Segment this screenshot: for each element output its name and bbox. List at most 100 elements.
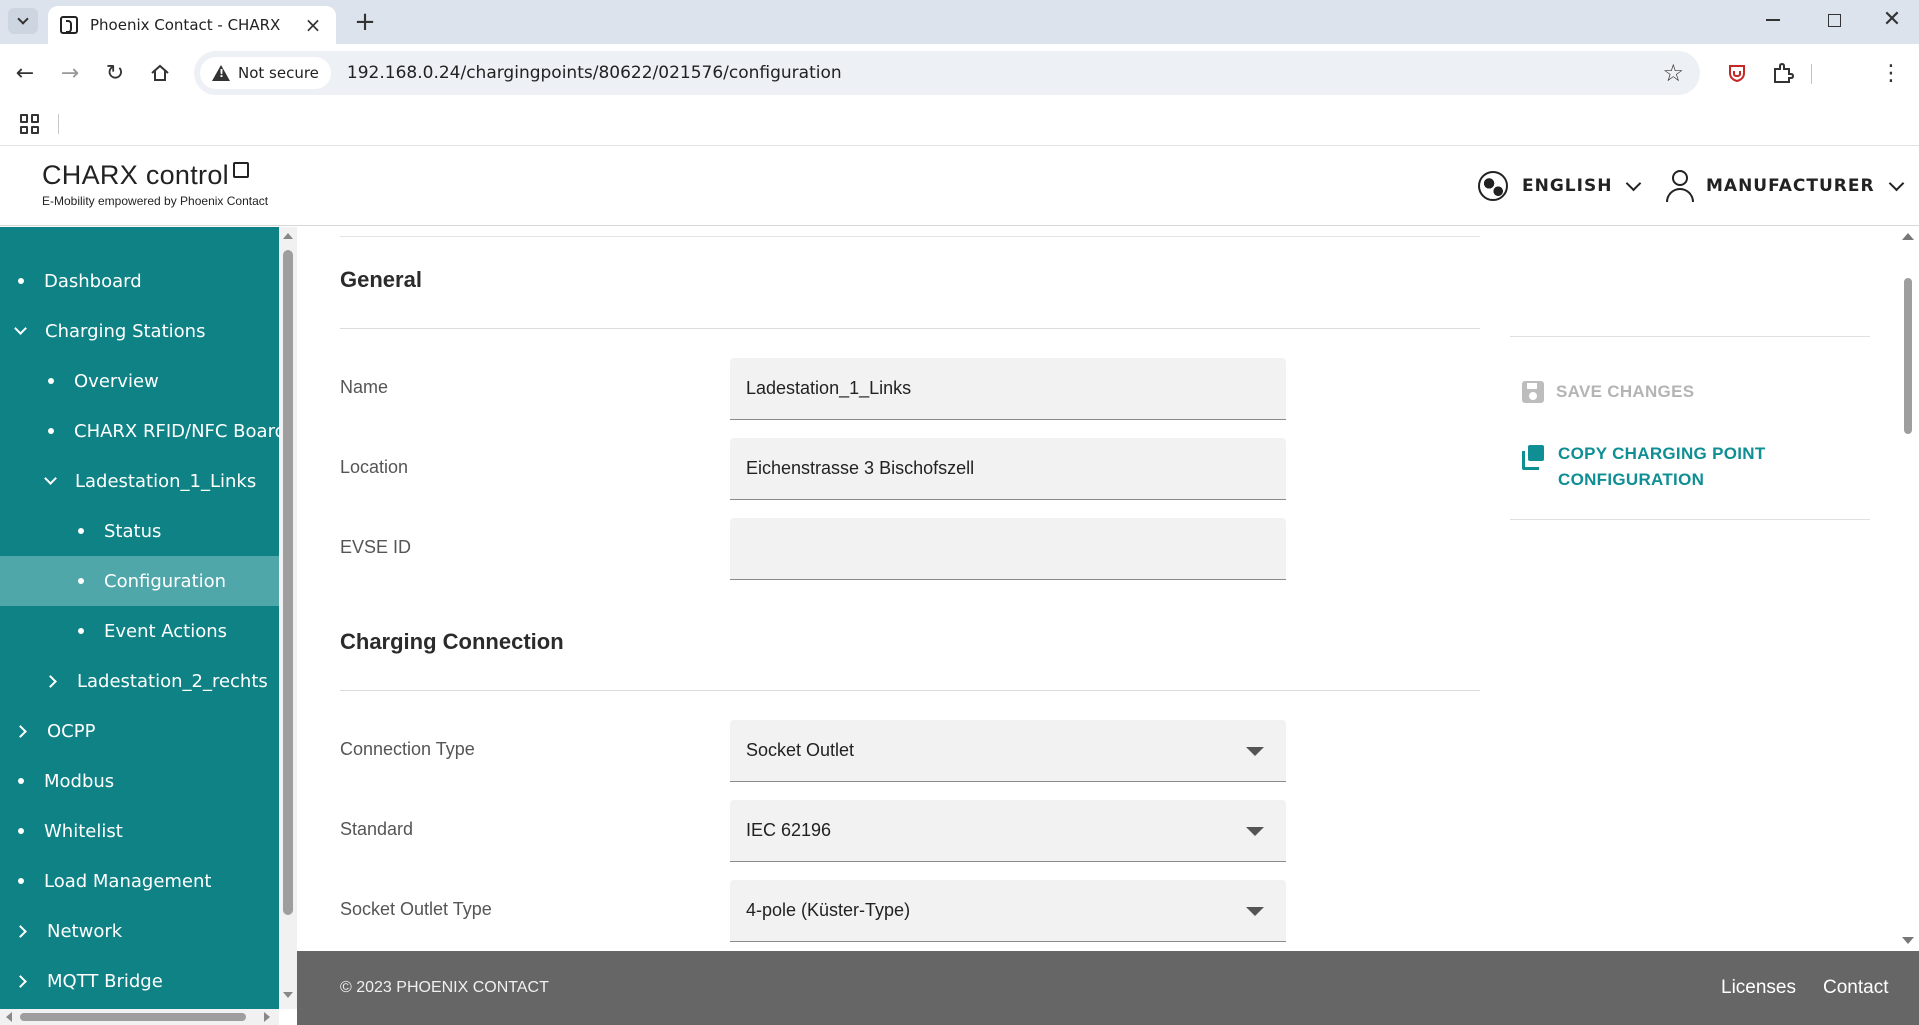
sidebar-item-charging-stations[interactable]: Charging Stations xyxy=(0,306,279,356)
sidebar-item-label: Modbus xyxy=(44,770,115,792)
home-icon xyxy=(151,64,169,81)
scroll-up-arrow-icon[interactable] xyxy=(283,233,293,239)
globe-icon xyxy=(1478,171,1508,201)
licenses-link[interactable]: Licenses xyxy=(1721,977,1796,999)
sidebar-item-label: Ladestation_2_rechts xyxy=(77,670,268,692)
sidebar-item-label: Configuration xyxy=(104,570,227,592)
sidebar-item-configuration[interactable]: Configuration xyxy=(0,556,279,606)
browser-tab-active[interactable]: Phoenix Contact - CHARX × xyxy=(48,6,336,44)
scroll-down-arrow-icon[interactable] xyxy=(1902,937,1914,944)
sidebar-item-ladestation-2[interactable]: Ladestation_2_rechts xyxy=(0,656,279,706)
sidebar-item-ocpp[interactable]: OCPP xyxy=(0,706,279,756)
tab-search-button[interactable] xyxy=(8,8,38,34)
sidebar-item-label: CHARX RFID/NFC Board xyxy=(74,420,279,442)
reload-button[interactable]: ↻ xyxy=(100,58,130,88)
evse-id-input[interactable] xyxy=(730,518,1286,580)
browser-tab-strip: Phoenix Contact - CHARX × + ✕ xyxy=(0,0,1919,44)
sidebar-item-ladestation-1[interactable]: Ladestation_1_Links xyxy=(0,456,279,506)
sidebar-hscrollbar-thumb[interactable] xyxy=(20,1013,246,1021)
sidebar-item-modbus[interactable]: Modbus xyxy=(0,756,279,806)
bullet-icon xyxy=(78,578,84,584)
sidebar-item-label: Load Management xyxy=(44,870,212,892)
extensions-button[interactable] xyxy=(1768,58,1798,88)
shield-extension-button[interactable] xyxy=(1722,58,1752,88)
sidebar-scrollbar-thumb[interactable] xyxy=(283,250,293,915)
sidebar-item-load-management[interactable]: Load Management xyxy=(0,856,279,906)
bullet-icon xyxy=(48,378,54,384)
sidebar-item-label: Overview xyxy=(74,370,159,392)
shield-icon xyxy=(1729,65,1745,83)
chevron-down-icon xyxy=(1626,175,1642,191)
sidebar-item-whitelist[interactable]: Whitelist xyxy=(0,806,279,856)
tab-title: Phoenix Contact - CHARX xyxy=(90,16,281,34)
socket-outlet-type-value: 4-pole (Küster-Type) xyxy=(746,900,911,920)
home-button[interactable] xyxy=(145,58,175,88)
security-label: Not secure xyxy=(238,64,319,82)
main-scrollbar-thumb[interactable] xyxy=(1904,278,1912,434)
copyright-text: © 2023 PHOENIX CONTACT xyxy=(340,979,549,996)
name-label: Name xyxy=(340,377,389,397)
window-minimize-button[interactable] xyxy=(1745,0,1801,40)
arrow-right-icon: → xyxy=(60,60,80,86)
window-close-button[interactable]: ✕ xyxy=(1864,0,1919,40)
divider xyxy=(340,690,1480,691)
connection-type-select[interactable]: Socket Outlet xyxy=(730,720,1286,782)
section-title-charging-connection: Charging Connection xyxy=(340,629,564,654)
logo-title: CHARX control xyxy=(42,160,268,191)
scroll-left-arrow-icon[interactable] xyxy=(6,1012,12,1022)
scroll-up-arrow-icon[interactable] xyxy=(1902,233,1914,240)
close-icon[interactable]: × xyxy=(302,13,324,37)
sidebar-item-label: OCPP xyxy=(47,720,96,742)
sidebar-item-event-actions[interactable]: Event Actions xyxy=(0,606,279,656)
security-chip[interactable]: Not secure xyxy=(200,57,331,89)
standard-select[interactable]: IEC 62196 xyxy=(730,800,1286,862)
puzzle-icon xyxy=(1774,62,1794,83)
sidebar-item-overview[interactable]: Overview xyxy=(0,356,279,406)
arrow-left-icon: ← xyxy=(15,60,35,86)
copy-charging-point-config-button[interactable]: COPY CHARGING POINT CONFIGURATION xyxy=(1522,441,1822,493)
url-text[interactable]: 192.168.0.24/chargingpoints/80622/021576… xyxy=(347,63,842,83)
name-input[interactable]: Ladestation_1_Links xyxy=(730,358,1286,420)
window-restore-button[interactable] xyxy=(1806,0,1862,40)
sidebar-item-dashboard[interactable]: Dashboard xyxy=(0,256,279,306)
copy-config-label: COPY CHARGING POINT CONFIGURATION xyxy=(1558,441,1766,493)
save-changes-button[interactable]: SAVE CHANGES xyxy=(1522,381,1694,403)
socket-outlet-type-label: Socket Outlet Type xyxy=(340,899,492,919)
user-menu[interactable]: MANUFACTURER xyxy=(1666,168,1904,204)
contact-link[interactable]: Contact xyxy=(1823,977,1888,999)
address-bar[interactable]: Not secure 192.168.0.24/chargingpoints/8… xyxy=(194,51,1700,95)
minimize-icon xyxy=(1766,19,1780,21)
socket-outlet-type-select[interactable]: 4-pole (Küster-Type) xyxy=(730,880,1286,942)
save-changes-label: SAVE CHANGES xyxy=(1556,382,1695,401)
divider xyxy=(340,328,1480,329)
chevron-down-icon xyxy=(14,321,27,335)
sidebar-item-label: Ladestation_1_Links xyxy=(75,470,257,492)
forward-button[interactable]: → xyxy=(55,58,85,88)
bookmark-star-icon[interactable]: ☆ xyxy=(1662,59,1684,87)
connection-type-value: Socket Outlet xyxy=(746,740,855,760)
sidebar-item-status[interactable]: Status xyxy=(0,506,279,556)
logo-title-text: CHARX control xyxy=(42,160,229,190)
location-input[interactable]: Eichenstrasse 3 Bischofszell xyxy=(730,438,1286,500)
reload-icon: ↻ xyxy=(105,60,125,86)
apps-grid-icon[interactable] xyxy=(20,114,40,134)
copy-icon xyxy=(1522,445,1546,471)
charx-logo[interactable]: CHARX control E-Mobility empowered by Ph… xyxy=(42,160,268,208)
scroll-right-arrow-icon[interactable] xyxy=(264,1012,270,1022)
page-footer: © 2023 PHOENIX CONTACT Licenses Contact xyxy=(297,951,1919,1025)
back-button[interactable]: ← xyxy=(10,58,40,88)
language-selector[interactable]: ENGLISH xyxy=(1478,168,1642,204)
sidebar-item-label: Dashboard xyxy=(44,270,142,292)
scroll-down-arrow-icon[interactable] xyxy=(283,992,293,998)
bullet-icon xyxy=(78,628,84,634)
save-icon xyxy=(1522,381,1544,403)
chevron-down-icon xyxy=(17,13,29,25)
browser-menu-button[interactable]: ⋮ xyxy=(1876,58,1906,88)
bookmarks-bar xyxy=(0,102,1919,146)
sidebar-item-network[interactable]: Network xyxy=(0,906,279,956)
sidebar-item-mqtt-bridge[interactable]: MQTT Bridge xyxy=(0,956,279,1006)
sidebar-item-rfid-board[interactable]: CHARX RFID/NFC Board xyxy=(0,406,279,456)
section-title-general: General xyxy=(340,267,422,292)
new-tab-button[interactable]: + xyxy=(350,7,380,37)
standard-label: Standard xyxy=(340,819,414,839)
